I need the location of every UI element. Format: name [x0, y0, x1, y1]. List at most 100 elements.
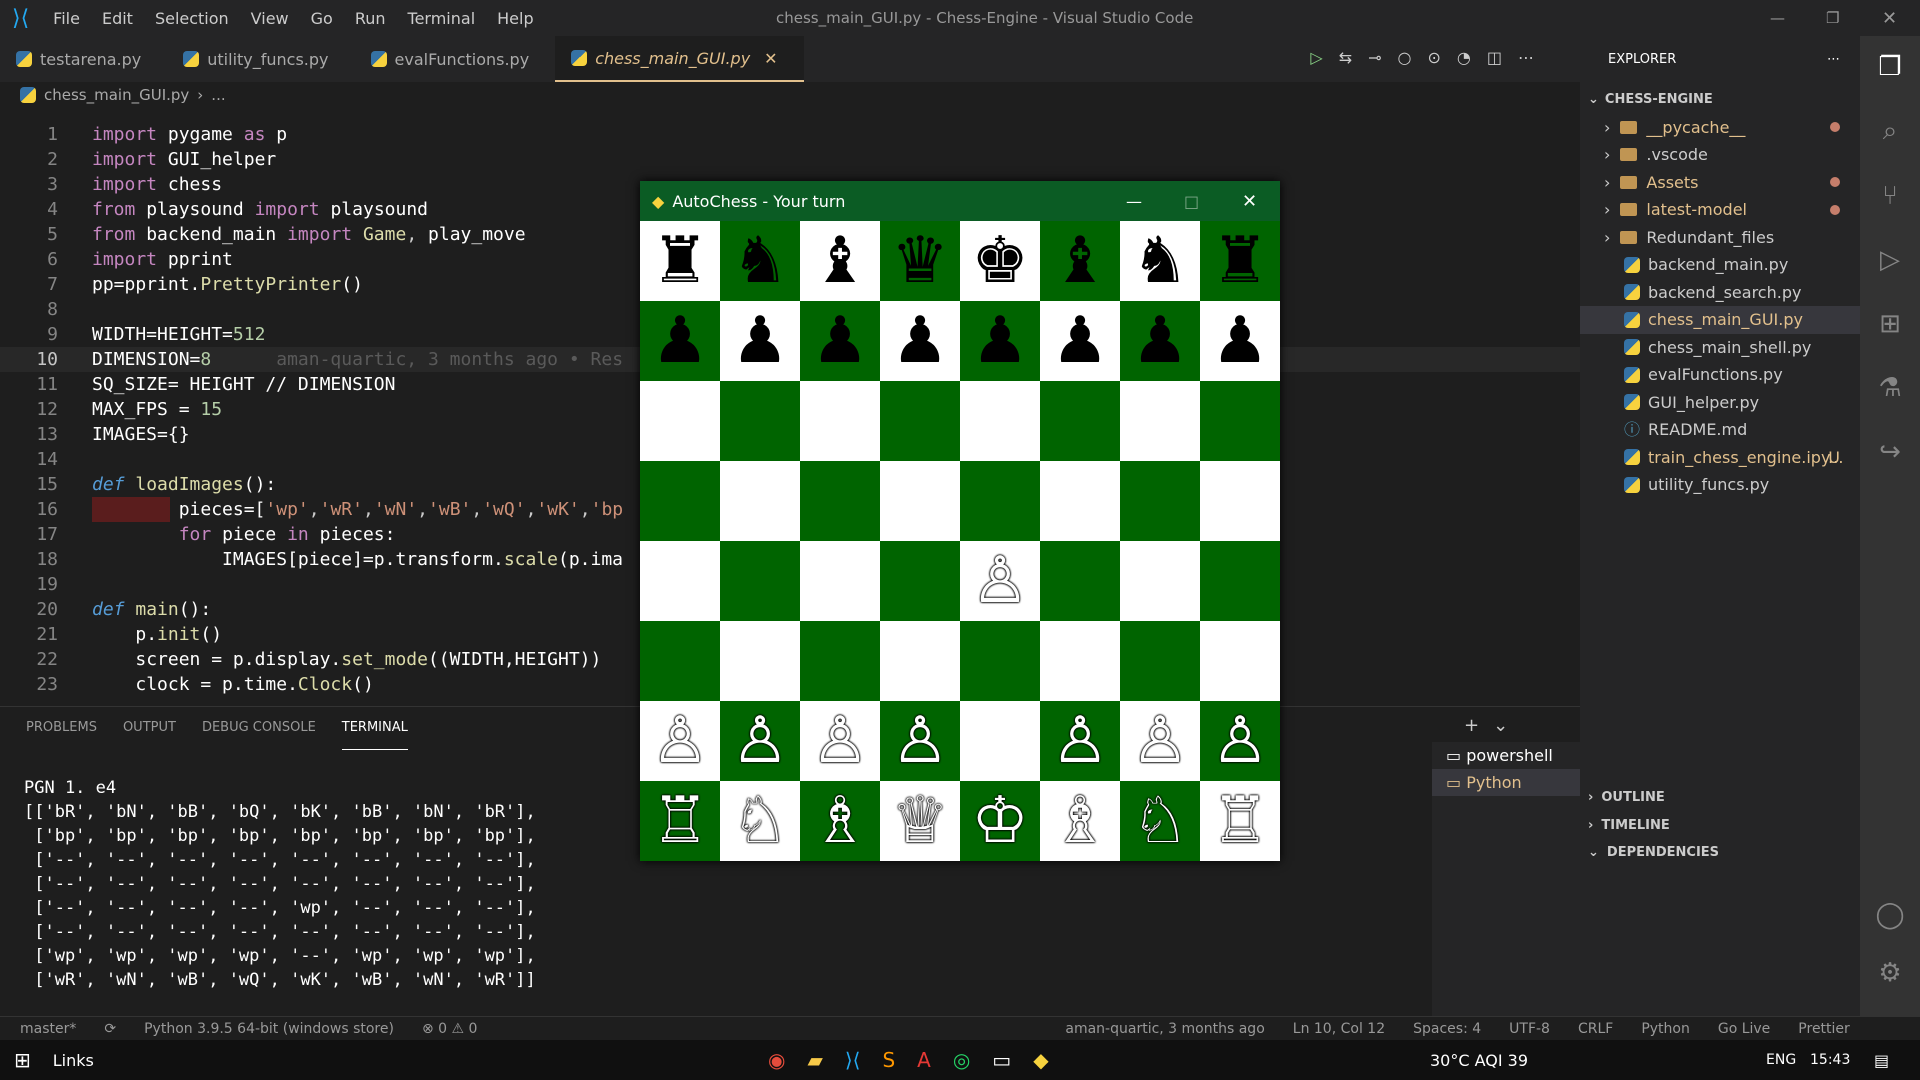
board-square[interactable]	[1200, 381, 1280, 461]
chess-piece[interactable]: ♙	[971, 549, 1028, 613]
board-square[interactable]: ♔	[960, 781, 1040, 861]
folder-__pycache__[interactable]: › __pycache__	[1580, 114, 1860, 142]
run-debug-icon[interactable]: ▷	[1880, 245, 1900, 275]
language-mode[interactable]: Python	[1641, 1021, 1690, 1037]
board-square[interactable]	[640, 541, 720, 621]
chess-piece[interactable]: ♛	[891, 229, 948, 293]
file-chess_main_shell-py[interactable]: chess_main_shell.py	[1580, 334, 1860, 362]
prettier[interactable]: Prettier	[1798, 1021, 1850, 1037]
menu-file[interactable]: File	[53, 9, 80, 28]
board-square[interactable]: ♚	[960, 221, 1040, 301]
panel-tab-terminal[interactable]: TERMINAL	[341, 707, 408, 750]
vscode-icon[interactable]: ⟩⟨	[845, 1048, 861, 1072]
board-square[interactable]: ♙	[880, 701, 960, 781]
chess-piece[interactable]: ♙	[1211, 709, 1268, 773]
chess-piece[interactable]: ♟	[971, 309, 1028, 373]
chess-piece[interactable]: ♟	[731, 309, 788, 373]
python-interpreter[interactable]: Python 3.9.5 64-bit (windows store)	[144, 1021, 394, 1037]
board-square[interactable]	[640, 381, 720, 461]
tab-evalfunctions-py[interactable]: evalFunctions.py	[355, 36, 556, 82]
files-icon[interactable]: ❐	[1878, 52, 1901, 82]
minimize-icon[interactable]: —	[1126, 192, 1142, 211]
close-icon[interactable]: ✕	[1242, 191, 1257, 212]
board-square[interactable]: ♖	[1200, 781, 1280, 861]
acrobat-icon[interactable]: A	[917, 1048, 931, 1072]
links-toolbar[interactable]: Links	[53, 1051, 94, 1070]
board-square[interactable]: ♟	[1200, 301, 1280, 381]
menu-run[interactable]: Run	[355, 9, 386, 28]
chess-piece[interactable]: ♙	[811, 709, 868, 773]
chess-piece[interactable]: ♟	[811, 309, 868, 373]
menu-help[interactable]: Help	[497, 9, 533, 28]
minimize-icon[interactable]: —	[1770, 9, 1785, 27]
board-square[interactable]	[640, 621, 720, 701]
git-branch[interactable]: master*	[20, 1021, 76, 1037]
folder-Redundant_files[interactable]: › Redundant_files	[1580, 224, 1860, 252]
board-square[interactable]: ♛	[880, 221, 960, 301]
board-square[interactable]	[1120, 461, 1200, 541]
chrome-icon[interactable]: ◉	[768, 1048, 785, 1072]
menu-terminal[interactable]: Terminal	[408, 9, 476, 28]
chess-piece[interactable]: ♘	[731, 789, 788, 853]
chess-piece[interactable]: ♙	[731, 709, 788, 773]
board-square[interactable]	[1120, 541, 1200, 621]
breadcrumb-rest[interactable]: ...	[211, 86, 225, 104]
board-square[interactable]: ♞	[1120, 221, 1200, 301]
chess-piece[interactable]: ♙	[891, 709, 948, 773]
panel-tab-problems[interactable]: PROBLEMS	[26, 707, 97, 749]
file-utility_funcs-py[interactable]: utility_funcs.py	[1580, 471, 1860, 499]
board-square[interactable]: ♘	[1120, 781, 1200, 861]
chess-piece[interactable]: ♜	[651, 229, 708, 293]
menu-view[interactable]: View	[251, 9, 289, 28]
chevron-down-icon[interactable]: ⌄	[1493, 715, 1522, 736]
chess-piece[interactable]: ♞	[1131, 229, 1188, 293]
board-square[interactable]: ♙	[800, 701, 880, 781]
board-square[interactable]: ♟	[960, 301, 1040, 381]
board-square[interactable]: ♕	[880, 781, 960, 861]
windows-start-icon[interactable]: ⊞	[14, 1048, 31, 1072]
board-square[interactable]	[1120, 381, 1200, 461]
split-editor-icon[interactable]: ◫	[1487, 48, 1518, 67]
chess-piece[interactable]: ♕	[891, 789, 948, 853]
board-square[interactable]	[880, 461, 960, 541]
board-square[interactable]: ♙	[960, 541, 1040, 621]
live-share-icon[interactable]: ↪	[1879, 437, 1901, 467]
board-square[interactable]	[800, 381, 880, 461]
board-square[interactable]: ♗	[800, 781, 880, 861]
board-square[interactable]: ♜	[1200, 221, 1280, 301]
board-square[interactable]: ♙	[1200, 701, 1280, 781]
board-square[interactable]	[960, 461, 1040, 541]
python-app-icon[interactable]: ◆	[1033, 1048, 1048, 1072]
file-GUI_helper-py[interactable]: GUI_helper.py	[1580, 389, 1860, 417]
board-square[interactable]	[960, 381, 1040, 461]
board-square[interactable]	[720, 381, 800, 461]
board-square[interactable]	[800, 621, 880, 701]
language-indicator[interactable]: ENG	[1766, 1052, 1796, 1068]
search-icon[interactable]: ⌕	[1883, 116, 1898, 147]
board-square[interactable]: ♙	[720, 701, 800, 781]
chess-piece[interactable]: ♜	[1211, 229, 1268, 293]
board-square[interactable]	[1040, 381, 1120, 461]
chess-piece[interactable]: ♟	[1131, 309, 1188, 373]
chess-piece[interactable]: ♙	[1131, 709, 1188, 773]
chess-piece[interactable]: ♟	[1051, 309, 1108, 373]
file-evalFunctions-py[interactable]: evalFunctions.py	[1580, 361, 1860, 389]
section-timeline[interactable]: › TIMELINE	[1580, 812, 1860, 840]
board-square[interactable]	[880, 621, 960, 701]
close-icon[interactable]: ✕	[1882, 8, 1897, 29]
board-square[interactable]: ♟	[640, 301, 720, 381]
board-square[interactable]	[880, 381, 960, 461]
board-square[interactable]	[720, 461, 800, 541]
chess-piece[interactable]: ♟	[1211, 309, 1268, 373]
board-square[interactable]: ♞	[720, 221, 800, 301]
problems-count[interactable]: ⊗ 0 ⚠ 0	[422, 1021, 477, 1037]
history-icon[interactable]: ◔	[1457, 48, 1487, 67]
restore-icon[interactable]: ❐	[1826, 9, 1839, 27]
maximize-icon[interactable]: □	[1184, 192, 1199, 211]
chess-piece[interactable]: ♞	[731, 229, 788, 293]
notifications-icon[interactable]: ▤	[1874, 1051, 1889, 1070]
file-backend_main-py[interactable]: backend_main.py	[1580, 251, 1860, 279]
chess-piece[interactable]: ♟	[891, 309, 948, 373]
run-icon[interactable]: ▷	[1310, 48, 1338, 67]
section-outline[interactable]: › OUTLINE	[1580, 784, 1860, 812]
